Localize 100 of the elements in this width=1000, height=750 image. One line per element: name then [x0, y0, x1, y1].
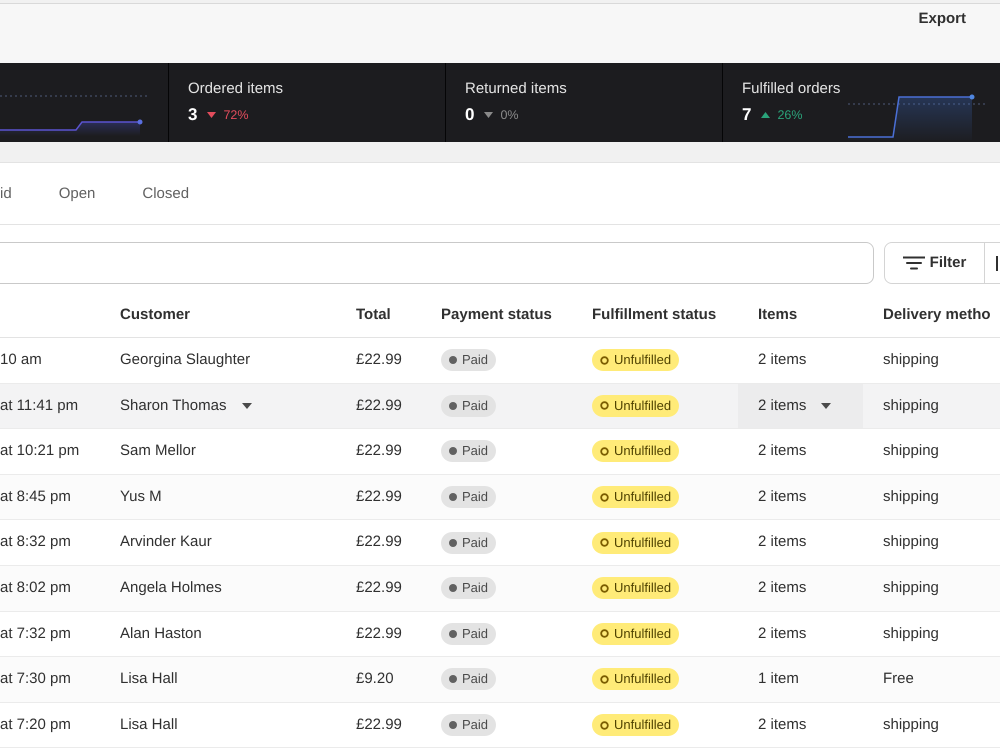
delivery-method: shipping: [883, 578, 939, 598]
ring-icon: [600, 584, 609, 593]
order-total: £22.99: [356, 350, 402, 370]
status-label: Unfulfilled: [614, 626, 672, 642]
metric-title: Returned items: [465, 79, 567, 99]
ring-icon: [600, 356, 609, 365]
column-header: Fulfillment status: [592, 306, 716, 324]
status-dot-icon: [449, 356, 457, 364]
toolbar-button[interactable]: [985, 242, 1000, 284]
customer-name: Alan Haston: [120, 624, 202, 644]
order-row[interactable]: at 7:30 pm Lisa Hall £9.20 Paid Unfulfilled 1 item Free: [0, 657, 1000, 703]
order-date: at 8:32 pm: [0, 532, 71, 552]
metric-title: Fulfilled orders: [742, 79, 840, 99]
status-label: Paid: [462, 352, 488, 368]
status-label: Unfulfilled: [614, 671, 672, 688]
order-total: £22.99: [356, 486, 402, 507]
items-cell[interactable]: 2 items: [738, 384, 863, 428]
order-row[interactable]: at 8:45 pm Yus M £22.99 Paid Unfulfilled 2 items shipping: [0, 474, 1000, 520]
item-count: 2 items: [758, 350, 806, 370]
order-total: £22.99: [356, 714, 402, 735]
status-label: Paid: [462, 580, 488, 596]
order-date: at 7:32 pm: [0, 624, 71, 644]
status-label: Paid: [462, 534, 488, 551]
metric-change: 0%: [500, 107, 519, 123]
metric-value: 7: [742, 105, 752, 125]
order-row[interactable]: at 8:02 pm Angela Holmes £22.99 Paid Unfulfilled 2 items shipping: [0, 566, 1000, 612]
customer-name: Arvinder Kaur: [120, 532, 212, 552]
status-dot-icon: [449, 538, 457, 547]
delivery-method: shipping: [883, 350, 939, 370]
order-date: at 8:02 pm: [0, 578, 71, 598]
metric-title: Ordered items: [188, 79, 284, 99]
status-dot-icon: [449, 493, 457, 502]
order-total: £9.20: [356, 669, 394, 690]
column-header: Total: [356, 306, 391, 324]
caret-icon[interactable]: [242, 402, 252, 409]
up-triangle-icon: [761, 112, 770, 118]
order-row[interactable]: at 7:32 pm Alan Haston £22.99 Paid Unfulfilled 2 items shipping: [0, 612, 1000, 658]
item-count: 2 items: [758, 532, 806, 552]
metric-change: 72%: [223, 107, 248, 123]
item-count: 2 items: [758, 441, 806, 462]
status-label: Unfulfilled: [614, 580, 672, 596]
order-date: at 7:20 pm: [0, 714, 71, 735]
caret-icon[interactable]: [821, 402, 832, 409]
status-label: Paid: [462, 489, 488, 506]
item-count: 2 items: [758, 396, 806, 416]
order-date: at 8:45 pm: [0, 486, 71, 507]
metric-value: 0: [465, 105, 474, 125]
ring-icon: [600, 446, 609, 456]
status-dot-icon: [449, 721, 457, 730]
customer-name: Lisa Hall: [120, 714, 178, 735]
order-row[interactable]: at 11:41 pm Sharon Thomas £22.99 Paid Unfulfilled 2 items shipping: [0, 384, 1000, 430]
delivery-method: shipping: [883, 714, 939, 735]
ring-icon: [600, 720, 609, 730]
order-total: £22.99: [356, 532, 402, 552]
status-label: Unfulfilled: [614, 398, 672, 414]
line-icon: [996, 256, 998, 270]
delivery-method: shipping: [883, 441, 939, 462]
customer-name: Sam Mellor: [120, 441, 196, 462]
status-label: Paid: [462, 626, 488, 642]
ring-icon: [600, 538, 609, 548]
status-label: Paid: [462, 717, 488, 734]
filter-tab[interactable]: id: [0, 178, 24, 210]
status-label: Unfulfilled: [614, 534, 672, 551]
delivery-method: Free: [883, 669, 914, 690]
order-total: £22.99: [356, 396, 402, 416]
order-date: at 7:30 pm: [0, 669, 71, 690]
status-dot-icon: [449, 447, 457, 456]
customer-name: Sharon Thomas: [120, 396, 226, 416]
customer-name: Lisa Hall: [120, 669, 178, 690]
customer-name: Georgina Slaughter: [120, 350, 250, 370]
status-dot-icon: [449, 630, 457, 638]
export-button[interactable]: Export: [916, 9, 968, 29]
filter-button[interactable]: Filter: [884, 242, 985, 284]
order-total: £22.99: [356, 578, 402, 598]
delivery-method: shipping: [883, 396, 939, 416]
filter-icon: [902, 256, 925, 270]
status-dot-icon: [449, 402, 457, 410]
status-label: Paid: [462, 443, 488, 460]
order-total: £22.99: [356, 441, 402, 462]
search-field[interactable]: [0, 242, 874, 284]
delivery-method: shipping: [883, 624, 939, 644]
down-triangle-icon: [207, 112, 216, 118]
status-label: Unfulfilled: [614, 489, 672, 506]
status-label: Unfulfilled: [614, 443, 672, 460]
ring-icon: [600, 674, 609, 684]
filter-tab[interactable]: Open: [46, 178, 108, 210]
down-triangle-icon: [484, 112, 494, 118]
delivery-method: shipping: [883, 486, 939, 507]
ring-icon: [600, 629, 609, 638]
order-total: £22.99: [356, 624, 402, 644]
filter-tab[interactable]: Closed: [130, 178, 202, 210]
item-count: 2 items: [758, 624, 806, 644]
status-label: Unfulfilled: [614, 352, 672, 368]
order-date: at 11:41 pm: [0, 396, 78, 416]
item-count: 2 items: [758, 578, 806, 598]
status-dot-icon: [449, 675, 457, 684]
metric-change: 26%: [777, 107, 802, 123]
column-header: Delivery metho: [883, 306, 991, 324]
column-header: Payment status: [441, 306, 552, 324]
status-dot-icon: [449, 584, 457, 592]
